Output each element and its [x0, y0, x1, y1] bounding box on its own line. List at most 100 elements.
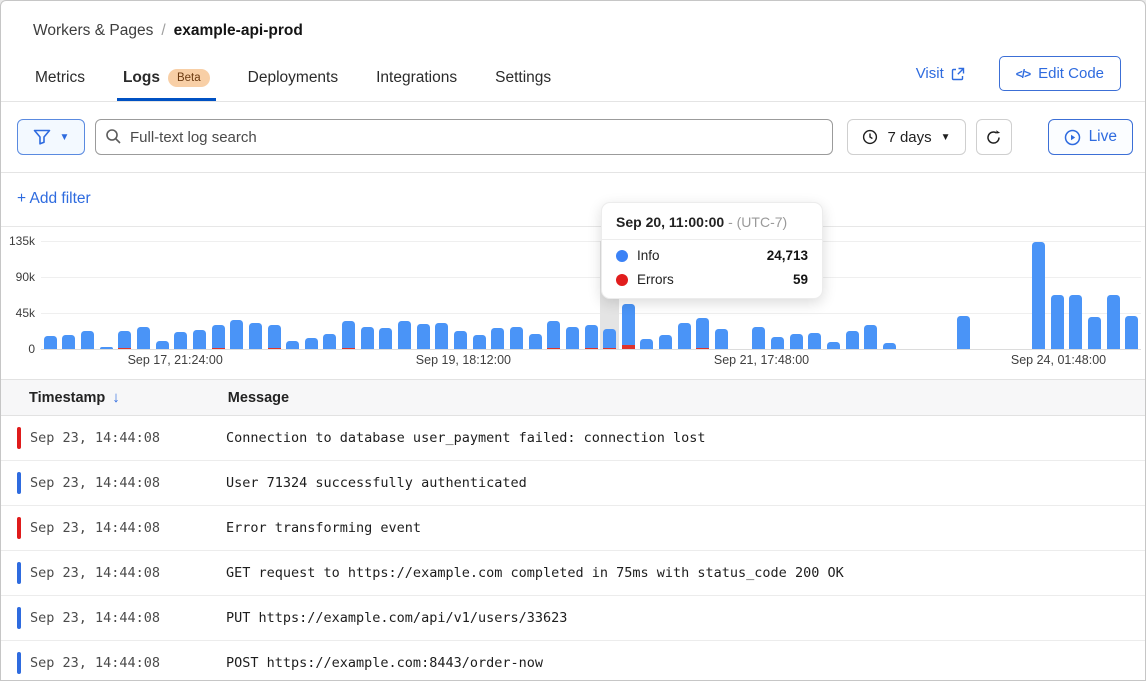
log-message: POST https://example.com:8443/order-now — [226, 655, 543, 671]
breadcrumb-root[interactable]: Workers & Pages — [33, 22, 153, 40]
chart-bar[interactable] — [659, 335, 672, 349]
chart-bar[interactable] — [193, 330, 206, 349]
chart-bar[interactable] — [473, 335, 486, 349]
chart-bar[interactable] — [268, 325, 281, 349]
beta-badge: Beta — [168, 69, 210, 87]
log-message: GET request to https://example.com compl… — [226, 565, 844, 581]
chart-bar[interactable] — [174, 332, 187, 349]
column-header-message: Message — [228, 390, 289, 406]
chart-bar[interactable] — [622, 304, 635, 349]
legend-dot-icon — [616, 274, 628, 286]
chart-bar[interactable] — [808, 333, 821, 349]
chart-bar[interactable] — [1107, 295, 1120, 349]
chart-gridline — [41, 277, 1141, 278]
chart-bar-error-segment — [342, 348, 355, 350]
refresh-icon — [985, 129, 1002, 146]
chart-bar[interactable] — [491, 328, 504, 349]
chart-bar[interactable] — [678, 323, 691, 349]
chart-bar[interactable] — [603, 329, 616, 349]
chart-gridline — [41, 349, 1141, 350]
chart-bar[interactable] — [398, 321, 411, 349]
filter-menu-button[interactable]: ▼ — [17, 119, 85, 155]
chart-bar[interactable] — [379, 328, 392, 349]
chart-bar[interactable] — [137, 327, 150, 349]
chart-bar[interactable] — [1088, 317, 1101, 349]
log-timestamp: Sep 23, 14:44:08 — [30, 610, 198, 626]
tab-metrics[interactable]: Metrics — [35, 59, 85, 101]
logs-page: Workers & Pages / example-api-prod Metri… — [0, 0, 1146, 681]
chart-bar[interactable] — [417, 324, 430, 349]
chart-bar[interactable] — [342, 321, 355, 349]
tab-settings[interactable]: Settings — [495, 59, 551, 101]
chart-bar[interactable] — [118, 331, 131, 349]
tab-deployments[interactable]: Deployments — [248, 59, 338, 101]
chart-bar-error-segment — [547, 348, 560, 350]
chart-bar[interactable] — [1069, 295, 1082, 349]
chart-bar[interactable] — [640, 339, 653, 349]
chart-bar[interactable] — [864, 325, 877, 349]
edit-code-button[interactable]: </> Edit Code — [999, 56, 1121, 91]
chart-bar[interactable] — [790, 334, 803, 349]
chart-bar[interactable] — [696, 318, 709, 349]
severity-indicator-info — [17, 607, 21, 629]
chart-bar[interactable] — [212, 325, 225, 349]
tooltip-series-name: Info — [637, 248, 660, 263]
chart-gridline — [41, 313, 1141, 314]
tab-integrations[interactable]: Integrations — [376, 59, 457, 101]
severity-indicator-info — [17, 652, 21, 674]
tab-logs[interactable]: Logs Beta — [123, 59, 210, 101]
chart-bar[interactable] — [249, 323, 262, 349]
funnel-icon — [33, 129, 51, 145]
chart-bar[interactable] — [1051, 295, 1064, 349]
chevron-down-icon: ▼ — [941, 132, 951, 143]
x-axis-tick-label: Sep 21, 17:48:00 — [714, 353, 809, 367]
log-row[interactable]: Sep 23, 14:44:08PUT https://example.com/… — [1, 596, 1145, 641]
chart-bar[interactable] — [230, 320, 243, 349]
live-button[interactable]: Live — [1048, 119, 1133, 155]
refresh-button[interactable] — [976, 119, 1012, 155]
chart-bar[interactable] — [1032, 242, 1045, 349]
play-circle-icon — [1064, 129, 1081, 146]
search-input[interactable] — [95, 119, 833, 155]
tooltip-series-value: 24,713 — [767, 248, 808, 263]
chart-bar[interactable] — [510, 327, 523, 349]
chart-bar[interactable] — [957, 316, 970, 349]
chart-bar[interactable] — [1125, 316, 1138, 349]
column-header-timestamp[interactable]: Timestamp ↓ — [29, 389, 120, 406]
chart-bar[interactable] — [715, 329, 728, 349]
chart-bar[interactable] — [547, 321, 560, 349]
search-container — [95, 119, 833, 155]
x-axis-tick-label: Sep 24, 01:48:00 — [1011, 353, 1106, 367]
log-row[interactable]: Sep 23, 14:44:08Connection to database u… — [1, 416, 1145, 461]
log-row[interactable]: Sep 23, 14:44:08GET request to https://e… — [1, 551, 1145, 596]
chart-bar[interactable] — [286, 341, 299, 349]
chart-bar[interactable] — [81, 331, 94, 349]
add-filter-button[interactable]: + Add filter — [17, 190, 91, 208]
chart-bar[interactable] — [62, 335, 75, 349]
chart-bar[interactable] — [752, 327, 765, 349]
chart-bar[interactable] — [529, 334, 542, 349]
chart-bar[interactable] — [585, 325, 598, 349]
severity-indicator-error — [17, 427, 21, 449]
chart-bar[interactable] — [454, 331, 467, 349]
chart-bar[interactable] — [435, 323, 448, 349]
chart-bar[interactable] — [827, 342, 840, 349]
chart-bar[interactable] — [44, 336, 57, 349]
sort-desc-icon[interactable]: ↓ — [112, 389, 120, 406]
visit-link[interactable]: Visit — [916, 65, 965, 82]
chart-bar[interactable] — [323, 334, 336, 349]
chart-bar[interactable] — [361, 327, 374, 349]
legend-dot-icon — [616, 250, 628, 262]
chart-bar[interactable] — [771, 337, 784, 349]
log-row[interactable]: Sep 23, 14:44:08Error transforming event — [1, 506, 1145, 551]
log-row[interactable]: Sep 23, 14:44:08User 71324 successfully … — [1, 461, 1145, 506]
time-range-dropdown[interactable]: 7 days ▼ — [847, 119, 965, 155]
chart-bar[interactable] — [156, 341, 169, 349]
chart-bar[interactable] — [305, 338, 318, 349]
log-row[interactable]: Sep 23, 14:44:08POST https://example.com… — [1, 641, 1145, 681]
chart-plot[interactable] — [41, 241, 1141, 349]
chart-bar[interactable] — [883, 343, 896, 349]
chart-bar[interactable] — [566, 327, 579, 349]
chart-bar[interactable] — [846, 331, 859, 349]
chart-bar[interactable] — [100, 347, 113, 349]
